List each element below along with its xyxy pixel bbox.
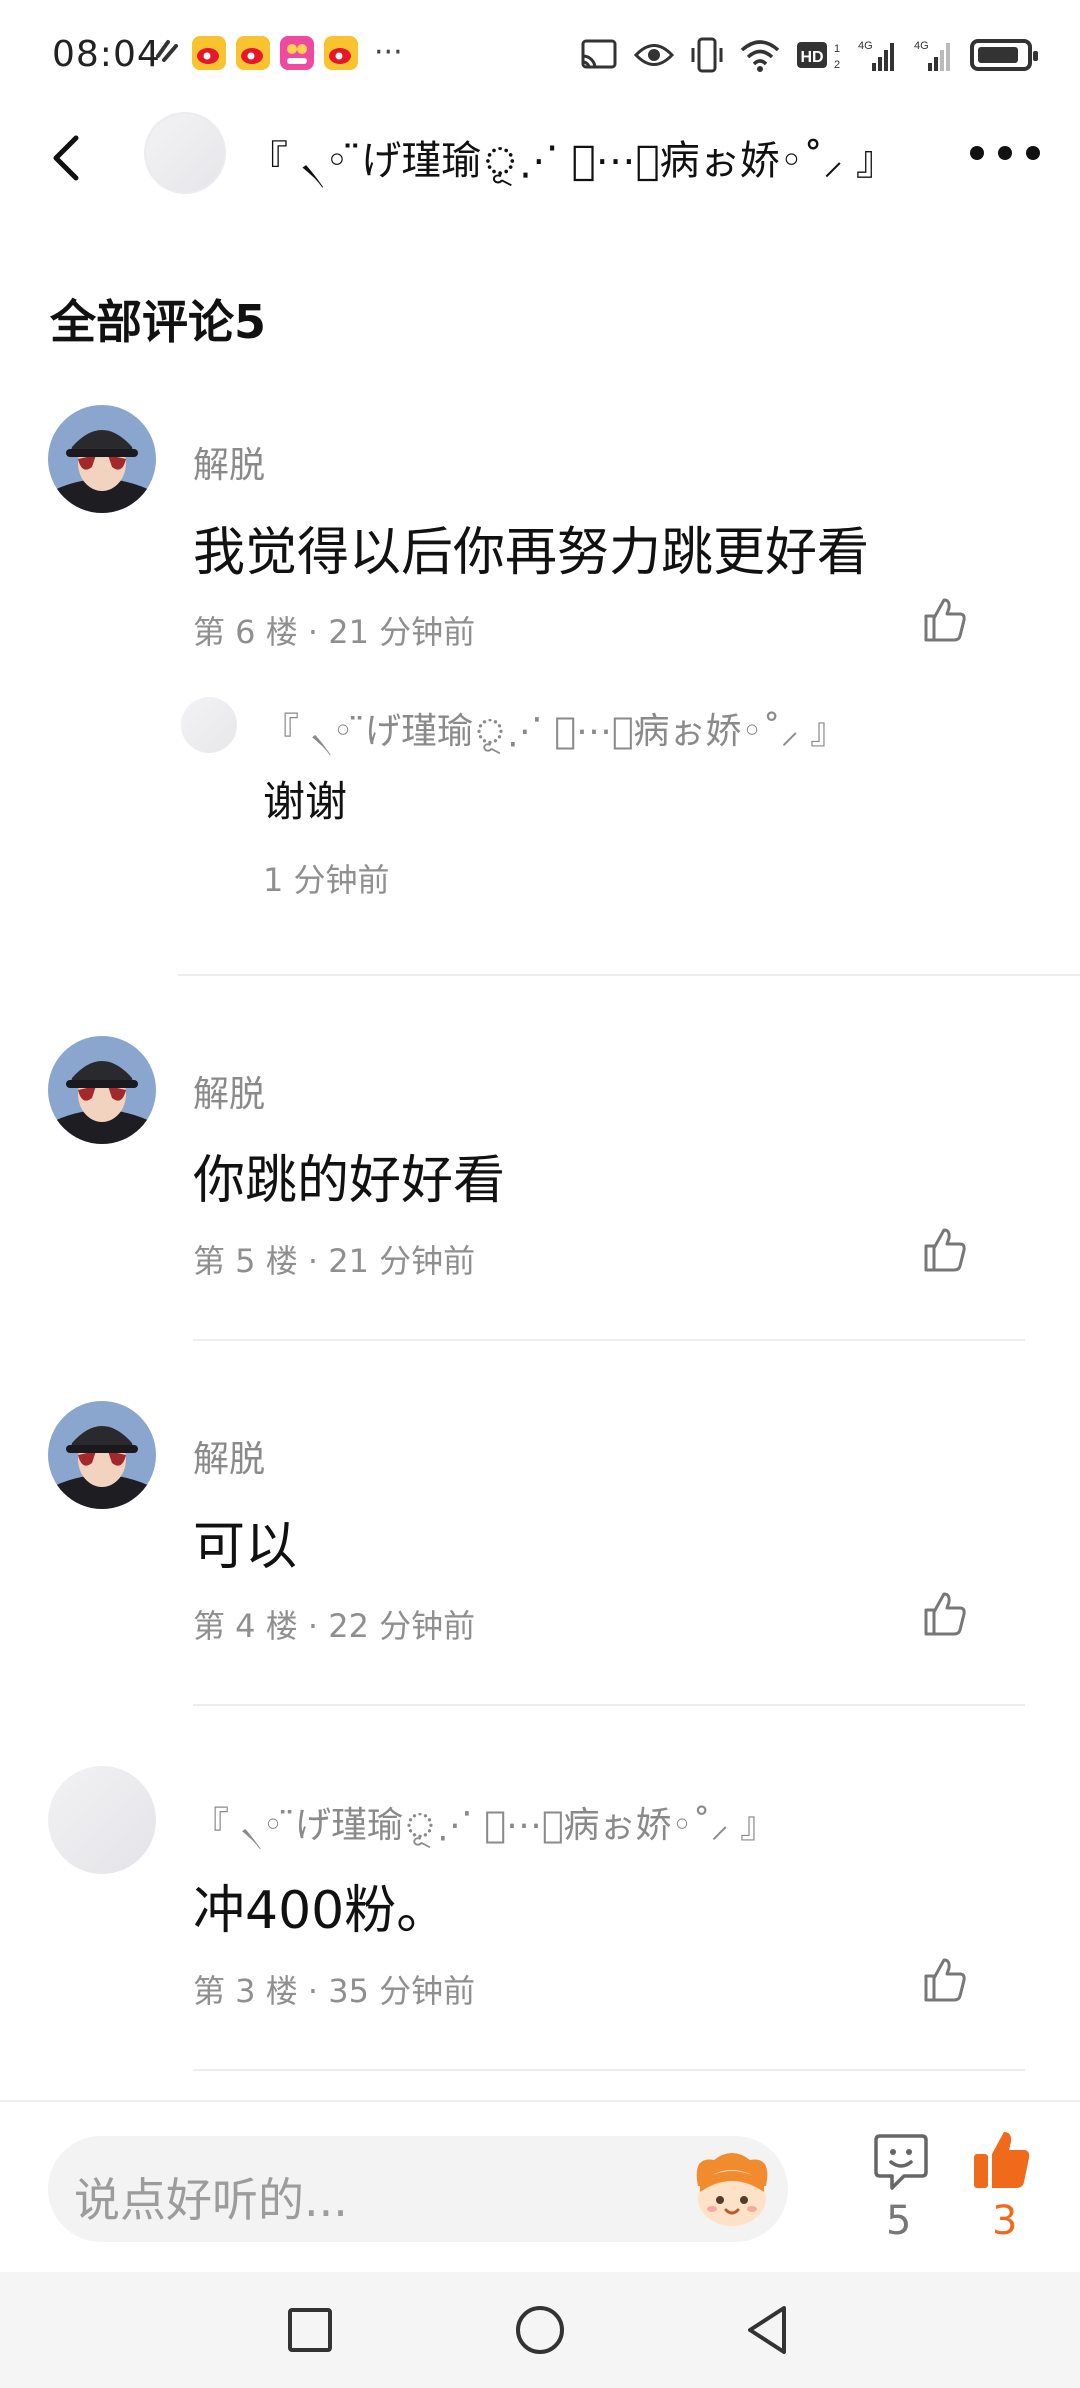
comment-text: 可以: [193, 1517, 298, 1577]
weibo-icon: [324, 36, 358, 70]
like-count-button[interactable]: [972, 2130, 1032, 2192]
reply-author[interactable]: 『 ৲◦ ̈げ瑾瑜ূ⋰ ⃝⋯ূ病ぉ娇◦˚⸝ 』: [263, 702, 846, 764]
comment-input[interactable]: 说点好听的...: [48, 2136, 788, 2242]
back-button[interactable]: [40, 128, 96, 188]
chevron-left-icon: [53, 135, 79, 181]
comment-input-bar: 说点好听的... 5 3: [0, 2100, 1080, 2272]
comment-meta: 第 6 楼 · 21 分钟前: [193, 613, 476, 651]
svg-text:1: 1: [834, 43, 840, 55]
like-button[interactable]: [920, 1590, 968, 1638]
svg-text:2: 2: [834, 59, 840, 71]
svg-text:4G: 4G: [914, 40, 929, 52]
comment-item: 解脱 你跳的好好看 第 5 楼 · 21 分钟前: [0, 1030, 1080, 1340]
signal-icon: 4G: [914, 36, 954, 74]
battery-icon: [970, 36, 1038, 74]
comment-author[interactable]: 解脱: [193, 1065, 265, 1117]
svg-text:HD: HD: [800, 49, 823, 66]
thumbs-up-icon: [924, 1592, 966, 1636]
svg-text:4G: 4G: [858, 40, 873, 52]
comment-bubble-icon: [874, 2134, 928, 2190]
comment-item: 『 ৲◦ ̈げ瑾瑜ূ⋰ ⃝⋯ূ病ぉ娇◦˚⸝ 』 冲400粉。 第 3 楼 · 3…: [0, 1762, 1080, 2072]
weibo-icon: [192, 36, 226, 70]
status-right-icons: HD 1 2 4G 4G: [580, 36, 1038, 74]
comment-meta: 第 3 楼 · 35 分钟前: [193, 1972, 476, 2010]
back-icon: [748, 2306, 786, 2354]
like-button[interactable]: [920, 596, 968, 644]
recent-apps-icon: [288, 2308, 332, 2352]
avatar[interactable]: [181, 697, 237, 753]
more-dot-icon: [1026, 146, 1040, 160]
more-notifications-icon: ···: [374, 35, 403, 70]
section-title: 全部评论5: [50, 295, 267, 349]
weibo-icon: [236, 36, 270, 70]
thumbs-up-icon: [924, 1958, 966, 2002]
comment-author[interactable]: 『 ৲◦ ̈げ瑾瑜ূ⋰ ⃝⋯ূ病ぉ娇◦˚⸝ 』: [193, 1796, 776, 1858]
hd-icon: HD 1 2: [796, 36, 842, 74]
avatar[interactable]: [48, 1036, 156, 1144]
more-dot-icon: [970, 146, 984, 160]
signal-icon: 4G: [858, 36, 898, 74]
link-icon: [152, 36, 182, 70]
comment-input-placeholder: 说点好听的...: [74, 2173, 348, 2227]
comment-author[interactable]: 解脱: [193, 1430, 265, 1482]
vibrate-icon: [690, 36, 724, 74]
more-options-button[interactable]: [970, 138, 1040, 168]
status-app-icons: ···: [152, 36, 403, 70]
thumbs-up-icon: [924, 1228, 966, 1272]
thumbs-up-filled-icon: [974, 2132, 1030, 2188]
avatar[interactable]: [48, 1401, 156, 1509]
avatar[interactable]: [144, 112, 226, 194]
status-time: 08:04: [52, 34, 161, 75]
comment-meta: 第 5 楼 · 21 分钟前: [193, 1242, 476, 1280]
recent-apps-button[interactable]: [280, 2300, 340, 2360]
comment-text: 冲400粉。: [193, 1881, 449, 1941]
system-back-button[interactable]: [738, 2300, 798, 2360]
emoji-mascot-icon[interactable]: [688, 2146, 776, 2232]
status-bar: 08:04 ··· HD 1 2 4G 4G: [0, 0, 1080, 116]
divider: [193, 2069, 1025, 2071]
app-icon: [280, 36, 314, 70]
cast-icon: [580, 36, 618, 74]
comment-item: 解脱 可以 第 4 楼 · 22 分钟前: [0, 1396, 1080, 1706]
comment-meta: 第 4 楼 · 22 分钟前: [193, 1607, 476, 1645]
header: 『 ৲◦ ̈げ瑾瑜ূ⋰ ⃝⋯ূ病ぉ娇◦˚⸝ 』: [0, 108, 1080, 204]
home-icon: [516, 2306, 564, 2354]
divider: [193, 1339, 1025, 1341]
divider: [193, 1704, 1025, 1706]
comment-item: 解脱 我觉得以后你再努力跳更好看 第 6 楼 · 21 分钟前 『 ৲◦ ̈げ瑾…: [0, 400, 1080, 975]
like-button[interactable]: [920, 1956, 968, 2004]
thumbs-up-icon: [924, 598, 966, 642]
comment-count-button[interactable]: [872, 2132, 930, 2192]
comment-author[interactable]: 解脱: [193, 436, 265, 488]
comment-text: 我觉得以后你再努力跳更好看: [193, 523, 870, 583]
page-title: 『 ৲◦ ̈げ瑾瑜ূ⋰ ⃝⋯ূ病ぉ娇◦˚⸝ 』: [248, 138, 896, 184]
home-button[interactable]: [510, 2300, 570, 2360]
comment-count: 5: [886, 2198, 912, 2244]
like-button[interactable]: [920, 1226, 968, 1274]
divider: [178, 974, 1080, 976]
eye-icon: [634, 36, 674, 74]
reply-text: 谢谢: [263, 777, 348, 826]
avatar[interactable]: [48, 405, 156, 513]
avatar[interactable]: [48, 1766, 156, 1874]
reply-meta: 1 分钟前: [263, 861, 390, 899]
like-count: 3: [992, 2198, 1018, 2244]
system-nav-bar: [0, 2272, 1080, 2388]
more-dot-icon: [998, 146, 1012, 160]
wifi-icon: [740, 36, 780, 74]
comment-text: 你跳的好好看: [193, 1151, 506, 1211]
